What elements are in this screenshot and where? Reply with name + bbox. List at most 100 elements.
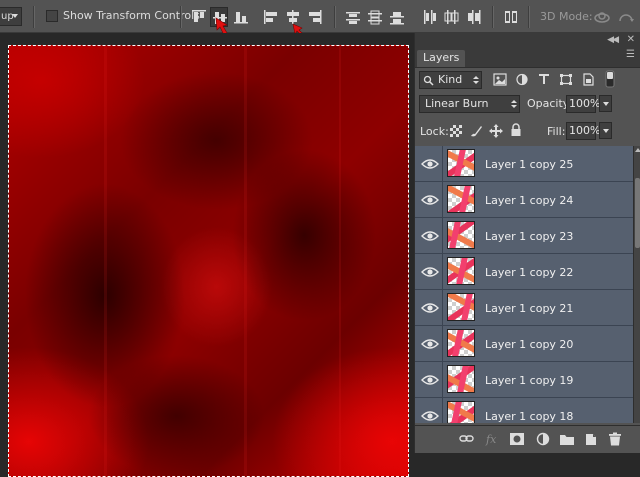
layer-thumbnail[interactable] xyxy=(447,401,475,423)
layer-thumbnail[interactable] xyxy=(447,221,475,249)
align-bottom-edges-icon xyxy=(234,12,248,24)
close-panel-icon[interactable]: ✕ xyxy=(627,34,635,45)
eye-icon[interactable] xyxy=(420,299,440,317)
delete-layer-icon[interactable] xyxy=(607,432,623,446)
layer-row[interactable]: Layer 1 copy 24 xyxy=(415,182,633,218)
svg-text:fx: fx xyxy=(485,433,497,446)
layer-name[interactable]: Layer 1 copy 22 xyxy=(485,266,573,279)
align-right-edges-icon xyxy=(309,10,322,24)
layer-thumbnail[interactable] xyxy=(447,149,475,177)
filter-adjustment-layers-icon[interactable] xyxy=(515,73,529,86)
texture-streak xyxy=(339,46,341,476)
layer-row[interactable]: Layer 1 copy 20 xyxy=(415,326,633,362)
auto-align-layers-icon xyxy=(505,11,517,23)
fill-slider-button[interactable] xyxy=(599,122,612,139)
3d-roll-button[interactable] xyxy=(616,7,634,27)
fill-input[interactable]: 100% xyxy=(566,122,600,140)
row-divider xyxy=(442,254,443,290)
layer-row[interactable]: Layer 1 copy 23 xyxy=(415,218,633,254)
show-transform-controls-checkbox[interactable] xyxy=(46,10,58,22)
lock-transparent-pixels-icon[interactable] xyxy=(450,125,462,137)
layer-row[interactable]: Layer 1 copy 25 xyxy=(415,146,633,182)
opacity-slider-button[interactable] xyxy=(599,95,612,112)
add-mask-icon[interactable] xyxy=(509,432,525,446)
distribute-vertical-centers-button[interactable] xyxy=(366,7,384,27)
distribute-right-button[interactable] xyxy=(464,7,482,27)
layer-name[interactable]: Layer 1 copy 21 xyxy=(485,302,573,315)
3d-orbit-button[interactable] xyxy=(592,7,610,27)
layer-name[interactable]: Layer 1 copy 25 xyxy=(485,158,573,171)
align-bottom-edges-button[interactable] xyxy=(232,7,250,27)
layers-bottom-bar: fx xyxy=(415,425,640,453)
filter-shape-layers-icon[interactable] xyxy=(559,73,573,86)
toolbar-divider xyxy=(334,6,336,28)
layer-name[interactable]: Layer 1 copy 23 xyxy=(485,230,573,243)
distribute-left-button[interactable] xyxy=(420,7,438,27)
eye-icon[interactable] xyxy=(420,407,440,423)
filter-pixel-layers-icon[interactable] xyxy=(493,73,507,86)
opacity-value: 100% xyxy=(569,97,601,110)
filter-smart-objects-icon[interactable] xyxy=(581,73,595,86)
layers-panel: ◀◀ ✕ Layers ☰ Kind Linear Burn Opacity: … xyxy=(414,33,640,453)
distribute-vertical-centers-icon xyxy=(368,10,382,25)
layer-thumbnail[interactable] xyxy=(447,257,475,285)
opacity-input[interactable]: 100% xyxy=(566,95,600,113)
scrollbar-thumb[interactable] xyxy=(635,178,640,248)
collapse-panel-icon[interactable]: ◀◀ xyxy=(607,35,619,45)
distribute-horizontal-centers-button[interactable] xyxy=(442,7,460,27)
texture-streak xyxy=(104,46,107,476)
adjustment-layer-icon[interactable] xyxy=(535,432,551,446)
layer-row[interactable]: Layer 1 copy 18 xyxy=(415,398,633,423)
toolbar-divider xyxy=(492,6,494,28)
lock-image-pixels-icon[interactable] xyxy=(469,124,483,138)
distribute-top-button[interactable] xyxy=(344,7,362,27)
tab-layers[interactable]: Layers xyxy=(417,50,466,67)
toolbar-divider xyxy=(33,6,35,28)
layer-name[interactable]: Layer 1 copy 20 xyxy=(485,338,573,351)
options-bar: up Show Transform Controls 3D Mode: xyxy=(0,0,640,36)
texture-streak xyxy=(244,46,247,476)
blend-mode-value: Linear Burn xyxy=(425,97,489,110)
eye-icon[interactable] xyxy=(420,263,440,281)
lock-all-icon[interactable] xyxy=(510,123,522,137)
align-left-edges-button[interactable] xyxy=(262,7,280,27)
eye-icon[interactable] xyxy=(420,227,440,245)
blend-mode-dropdown[interactable]: Linear Burn xyxy=(419,95,520,113)
align-right-edges-button[interactable] xyxy=(306,7,324,27)
layer-name[interactable]: Layer 1 copy 18 xyxy=(485,410,573,423)
auto-align-layers-button[interactable] xyxy=(502,7,520,27)
distribute-bottom-button[interactable] xyxy=(388,7,406,27)
layer-name[interactable]: Layer 1 copy 19 xyxy=(485,374,573,387)
new-layer-icon[interactable] xyxy=(583,432,599,446)
lock-position-icon[interactable] xyxy=(489,124,503,138)
row-divider xyxy=(442,362,443,398)
eye-icon[interactable] xyxy=(420,191,440,209)
chevron-down-icon xyxy=(12,14,18,18)
filter-kind-dropdown[interactable]: Kind xyxy=(419,71,482,89)
layer-row[interactable]: Layer 1 copy 21 xyxy=(415,290,633,326)
scroll-up-icon[interactable] xyxy=(635,148,640,152)
filter-toggle-icon[interactable] xyxy=(605,70,615,88)
row-divider xyxy=(442,182,443,218)
panel-menu-icon[interactable]: ☰ xyxy=(626,49,635,60)
distribute-top-icon xyxy=(346,12,360,24)
layers-scrollbar[interactable] xyxy=(633,146,640,423)
document-canvas[interactable] xyxy=(8,45,409,477)
fx-icon[interactable]: fx xyxy=(485,432,501,446)
auto-select-dropdown[interactable]: up xyxy=(0,7,22,26)
link-layers-icon[interactable] xyxy=(459,432,475,446)
eye-icon[interactable] xyxy=(420,155,440,173)
eye-icon[interactable] xyxy=(420,335,440,353)
row-divider xyxy=(442,218,443,254)
layer-row[interactable]: Layer 1 copy 22 xyxy=(415,254,633,290)
layer-thumbnail[interactable] xyxy=(447,365,475,393)
layer-name[interactable]: Layer 1 copy 24 xyxy=(485,194,573,207)
align-top-edges-button[interactable] xyxy=(190,7,208,27)
layer-row[interactable]: Layer 1 copy 19 xyxy=(415,362,633,398)
layer-thumbnail[interactable] xyxy=(447,185,475,213)
eye-icon[interactable] xyxy=(420,371,440,389)
layer-thumbnail[interactable] xyxy=(447,293,475,321)
new-group-icon[interactable] xyxy=(559,432,575,446)
layer-thumbnail[interactable] xyxy=(447,329,475,357)
filter-type-layers-icon[interactable] xyxy=(537,72,551,86)
